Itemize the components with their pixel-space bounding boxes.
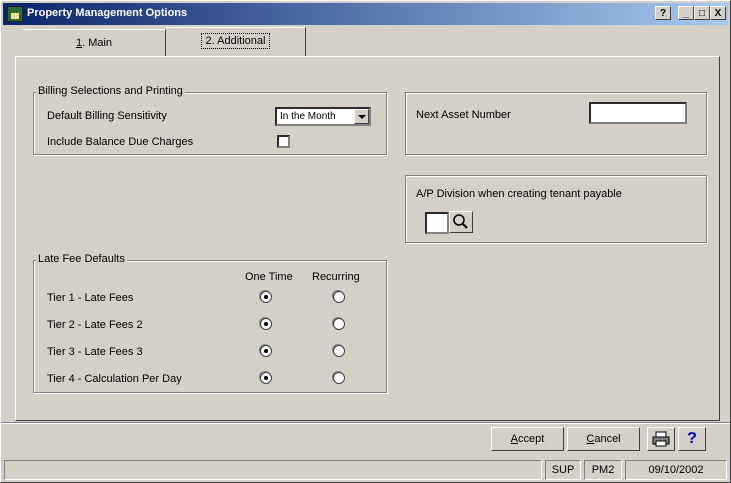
status-date: 09/10/2002	[625, 460, 727, 480]
status-user: SUP	[545, 460, 581, 480]
printer-icon	[652, 431, 670, 447]
close-button[interactable]: X	[710, 6, 726, 20]
help-icon: ?	[687, 430, 697, 447]
help-button[interactable]: ?	[678, 427, 706, 451]
tier-3-one-time-radio[interactable]	[260, 345, 272, 357]
billing-sensitivity-select[interactable]: In the Month	[275, 107, 371, 126]
help-title-button[interactable]: ?	[655, 6, 671, 20]
tab-additional-label: . Additional	[211, 35, 266, 47]
tier-1-recurring-radio[interactable]	[333, 291, 345, 303]
tier-4-one-time-radio[interactable]	[260, 372, 272, 384]
tab-main-label: . Main	[82, 37, 113, 49]
balance-due-label: Include Balance Due Charges	[47, 136, 194, 148]
maximize-button[interactable]: □	[694, 6, 710, 20]
tier-3-label: Tier 3 - Late Fees 3	[47, 346, 143, 358]
separator	[1, 422, 730, 424]
tab-additional[interactable]: 2. Additional	[166, 27, 306, 57]
status-company: PM2	[584, 460, 622, 480]
tier-2-one-time-radio[interactable]	[260, 318, 272, 330]
minimize-button[interactable]: _	[678, 6, 694, 20]
lookup-button[interactable]	[449, 211, 473, 233]
window-title: Property Management Options	[27, 7, 188, 19]
one-time-header: One Time	[245, 271, 293, 283]
magnifier-icon	[453, 214, 468, 229]
tier-4-label: Tier 4 - Calculation Per Day	[47, 373, 182, 385]
next-asset-input[interactable]	[589, 102, 687, 124]
print-button[interactable]	[647, 427, 675, 451]
billing-sensitivity-value: In the Month	[280, 111, 336, 122]
billing-group-label: Billing Selections and Printing	[36, 85, 185, 97]
tier-1-label: Tier 1 - Late Fees	[47, 292, 134, 304]
ap-division-input[interactable]	[425, 212, 449, 234]
accept-button[interactable]: Accept	[491, 427, 564, 451]
tier-3-recurring-radio[interactable]	[333, 345, 345, 357]
billing-sensitivity-label: Default Billing Sensitivity	[47, 110, 167, 122]
ap-division-label: A/P Division when creating tenant payabl…	[416, 188, 622, 200]
tier-4-recurring-radio[interactable]	[333, 372, 345, 384]
cancel-button[interactable]: Cancel	[567, 427, 640, 451]
title-bar[interactable]: Property Management Options ? _ □ X	[3, 3, 728, 25]
options-window: Property Management Options ? _ □ X 1. M…	[0, 0, 731, 483]
app-icon	[7, 6, 23, 22]
late-fee-group-label: Late Fee Defaults	[36, 253, 127, 265]
status-message	[4, 460, 542, 480]
tier-1-one-time-radio[interactable]	[260, 291, 272, 303]
chevron-down-icon[interactable]	[354, 109, 369, 124]
tier-2-recurring-radio[interactable]	[333, 318, 345, 330]
next-asset-label: Next Asset Number	[416, 109, 511, 121]
recurring-header: Recurring	[312, 271, 360, 283]
tier-2-label: Tier 2 - Late Fees 2	[47, 319, 143, 331]
tab-main[interactable]: 1. Main	[23, 29, 166, 57]
balance-due-checkbox[interactable]	[277, 135, 290, 148]
